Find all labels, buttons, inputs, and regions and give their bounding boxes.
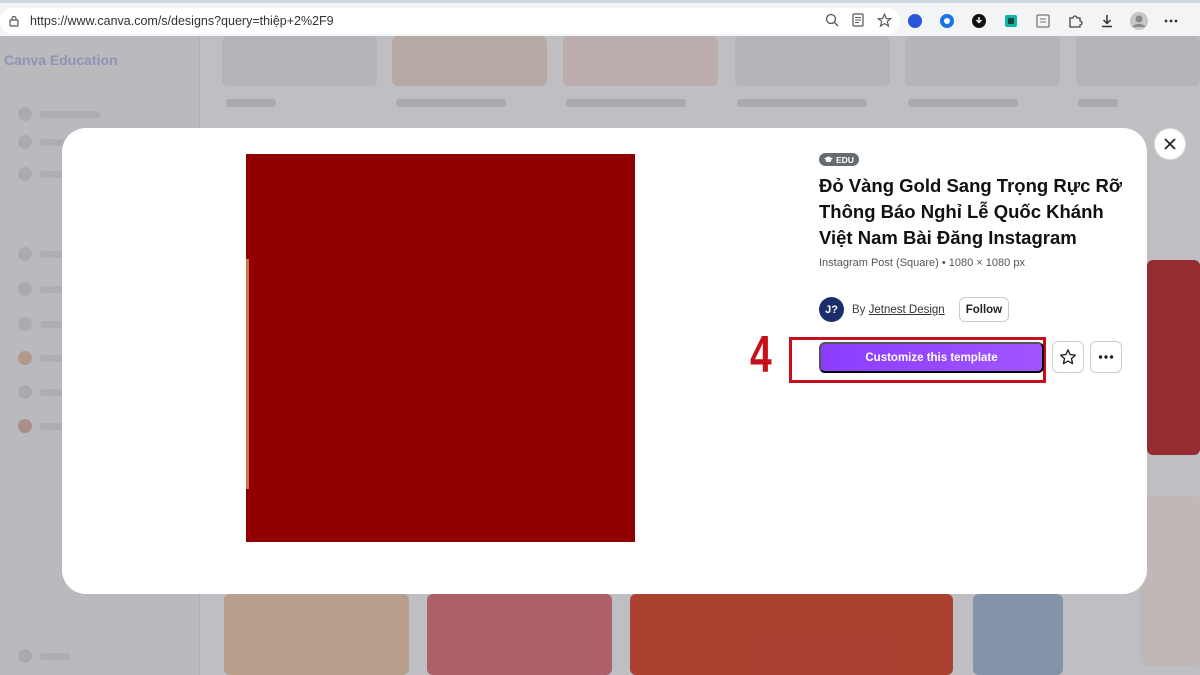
author-link[interactable]: Jetnest Design (869, 304, 945, 316)
lock-icon (9, 15, 19, 27)
more-horizontal-icon (1098, 355, 1114, 359)
star-icon (1059, 349, 1077, 365)
address-bar[interactable]: https://www.canva.com/s/designs?query=th… (0, 8, 900, 34)
more-options-button[interactable] (1090, 341, 1122, 373)
author-avatar[interactable]: J? (819, 297, 844, 322)
extension-icon[interactable] (937, 11, 957, 31)
extension-icon[interactable] (905, 11, 925, 31)
extension-icon[interactable] (1001, 11, 1021, 31)
more-menu-icon[interactable] (1161, 11, 1181, 31)
url-text: https://www.canva.com/s/designs?query=th… (30, 14, 334, 28)
template-format: Instagram Post (Square) • 1080 × 1080 px (819, 257, 1025, 269)
author-byline: By Jetnest Design (852, 304, 945, 316)
zoom-icon[interactable] (824, 12, 840, 28)
template-preview-image (246, 154, 635, 542)
author-row: J? By Jetnest Design Follow (819, 297, 1010, 322)
favorite-star-icon[interactable] (876, 12, 892, 28)
extension-icon[interactable] (969, 11, 989, 31)
profile-avatar-icon[interactable] (1129, 11, 1149, 31)
step-number-annotation: 4 (750, 326, 772, 384)
template-title: Đỏ Vàng Gold Sang Trọng Rực Rỡ Thông Báo… (819, 175, 1123, 248)
extension-icon[interactable] (1033, 11, 1053, 31)
graduation-cap-icon (824, 155, 833, 162)
download-icon[interactable] (1097, 11, 1117, 31)
browser-toolbar: https://www.canva.com/s/designs?query=th… (0, 0, 1200, 36)
close-icon (1164, 138, 1176, 150)
by-label: By (852, 303, 866, 316)
puzzle-icon[interactable] (1065, 11, 1085, 31)
template-preview-modal: EDU Đỏ Vàng Gold Sang Trọng Rực Rỡ Thông… (62, 128, 1147, 594)
favorite-button[interactable] (1052, 341, 1084, 373)
close-modal-button[interactable] (1154, 128, 1186, 160)
edu-badge-label: EDU (836, 154, 854, 165)
follow-button[interactable]: Follow (958, 297, 1010, 322)
edu-badge: EDU (819, 153, 859, 166)
reader-icon[interactable] (850, 12, 866, 28)
customize-template-button[interactable]: Customize this template (819, 342, 1044, 373)
